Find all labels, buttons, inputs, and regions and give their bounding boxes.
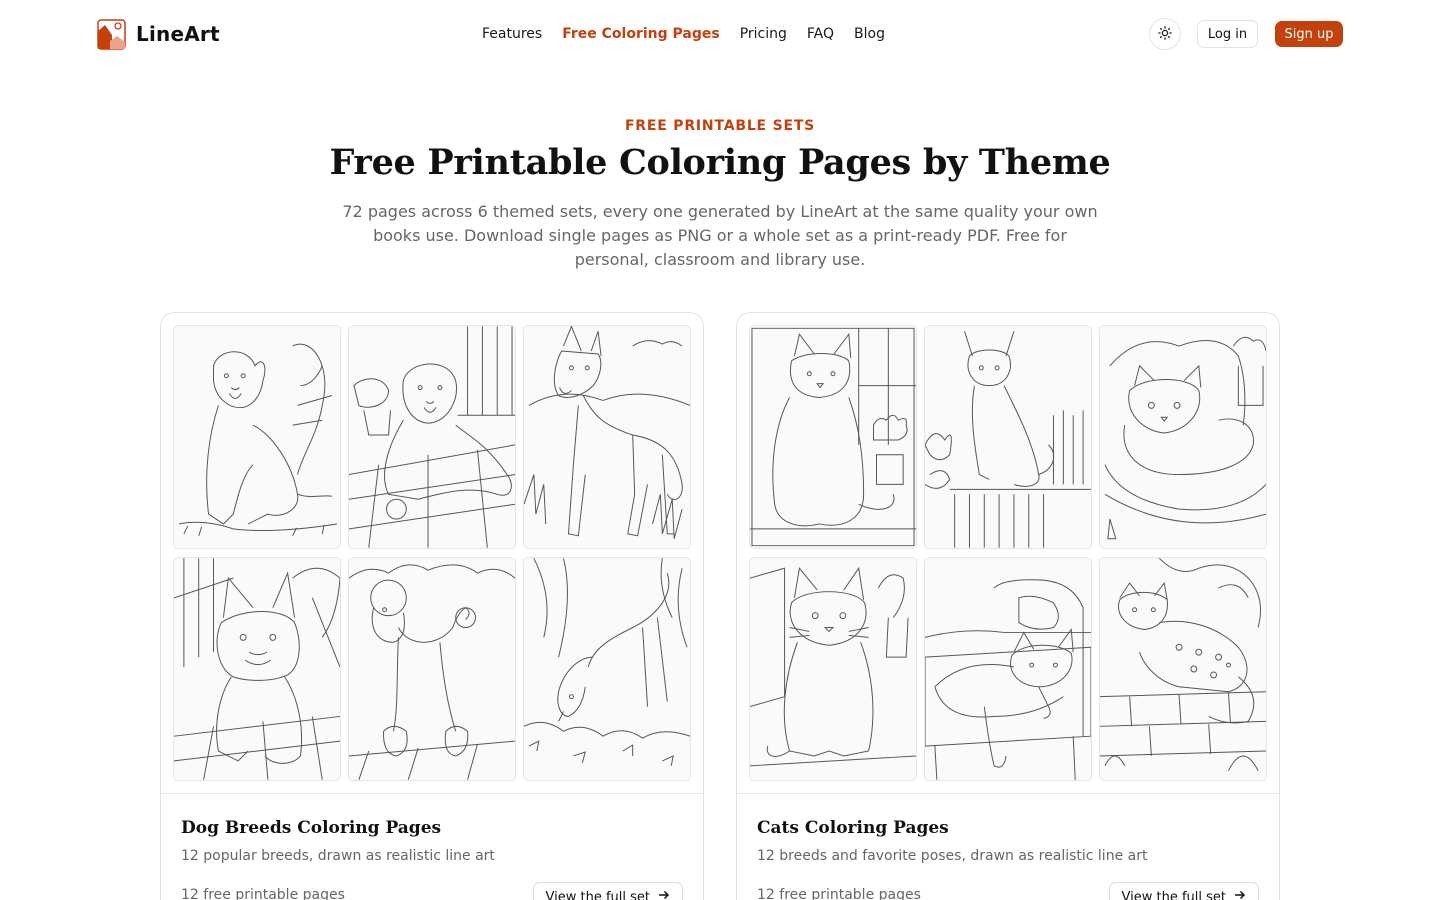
cat-line-art-icon [1100,558,1266,771]
view-full-set-label: View the full set [545,889,651,900]
nav-features[interactable]: Features [482,24,542,44]
nav-free-coloring-pages[interactable]: Free Coloring Pages [562,24,720,44]
thumbnail-grid [749,325,1267,781]
dog-line-art-icon [524,326,690,539]
set-description: 12 breeds and favorite poses, drawn as r… [757,848,1148,864]
nav-faq[interactable]: FAQ [807,24,834,44]
set-title[interactable]: Cats Coloring Pages [757,818,949,838]
logo-link[interactable]: LineArt [97,18,220,50]
dog-line-art-icon [524,558,690,766]
card-divider [161,793,703,794]
hero-eyebrow: FREE PRINTABLE SETS [624,118,816,134]
thumbnail-siamese[interactable] [924,325,1092,549]
thumbnail-labrador[interactable] [173,325,341,549]
dog-line-art-icon [349,564,515,780]
set-title[interactable]: Dog Breeds Coloring Pages [181,818,441,838]
sun-icon [1158,25,1172,43]
logo-icon [97,18,126,50]
cat-line-art-icon [750,327,916,547]
card-divider [737,793,1279,794]
dog-line-art-icon [349,326,515,548]
arrow-right-icon [658,889,670,900]
nav-blog[interactable]: Blog [854,24,885,44]
cat-line-art-icon [1104,336,1266,540]
arrow-right-icon [1234,889,1246,900]
main-nav: Features Free Coloring Pages Pricing FAQ… [482,24,885,44]
brand-name: LineArt [136,22,220,46]
thumbnail-maine-coon[interactable] [749,325,917,549]
set-page-count: 12 free printable pages [181,887,345,900]
cat-line-art-icon [925,331,1091,548]
set-card-dog-breeds[interactable]: Dog Breeds Coloring Pages 12 popular bre… [160,312,704,900]
nav-pricing[interactable]: Pricing [740,24,787,44]
thumbnail-bengal[interactable] [1099,557,1267,781]
view-full-set-button[interactable]: View the full set [532,882,683,900]
thumbnail-ragdoll[interactable] [924,557,1092,781]
login-button[interactable]: Log in [1197,20,1258,48]
site-header: LineArt Features Free Coloring Pages Pri… [0,0,1440,68]
theme-toggle-button[interactable] [1149,18,1181,50]
cat-line-art-icon [925,579,1091,780]
thumbnail-grid [173,325,691,781]
thumbnail-poodle[interactable] [348,557,516,781]
thumbnail-golden-retriever[interactable] [348,325,516,549]
thumbnail-french-bulldog[interactable] [173,557,341,781]
set-card-cats[interactable]: Cats Coloring Pages 12 breeds and favori… [736,312,1280,900]
thumbnail-german-shepherd[interactable] [523,325,691,549]
page-title: Free Printable Coloring Pages by Theme [329,142,1111,183]
view-full-set-label: View the full set [1121,889,1227,900]
thumbnail-british-shorthair[interactable] [749,557,917,781]
dog-line-art-icon [174,558,340,780]
hero-subtitle: 72 pages across 6 themed sets, every one… [342,202,1098,269]
view-full-set-button[interactable]: View the full set [1108,882,1259,900]
thumbnail-persian[interactable] [1099,325,1267,549]
cat-line-art-icon [750,566,916,767]
signup-button[interactable]: Sign up [1275,21,1343,47]
thumbnail-beagle[interactable] [523,557,691,781]
set-page-count: 12 free printable pages [757,887,921,900]
set-description: 12 popular breeds, drawn as realistic li… [181,848,495,864]
dog-line-art-icon [178,343,338,537]
